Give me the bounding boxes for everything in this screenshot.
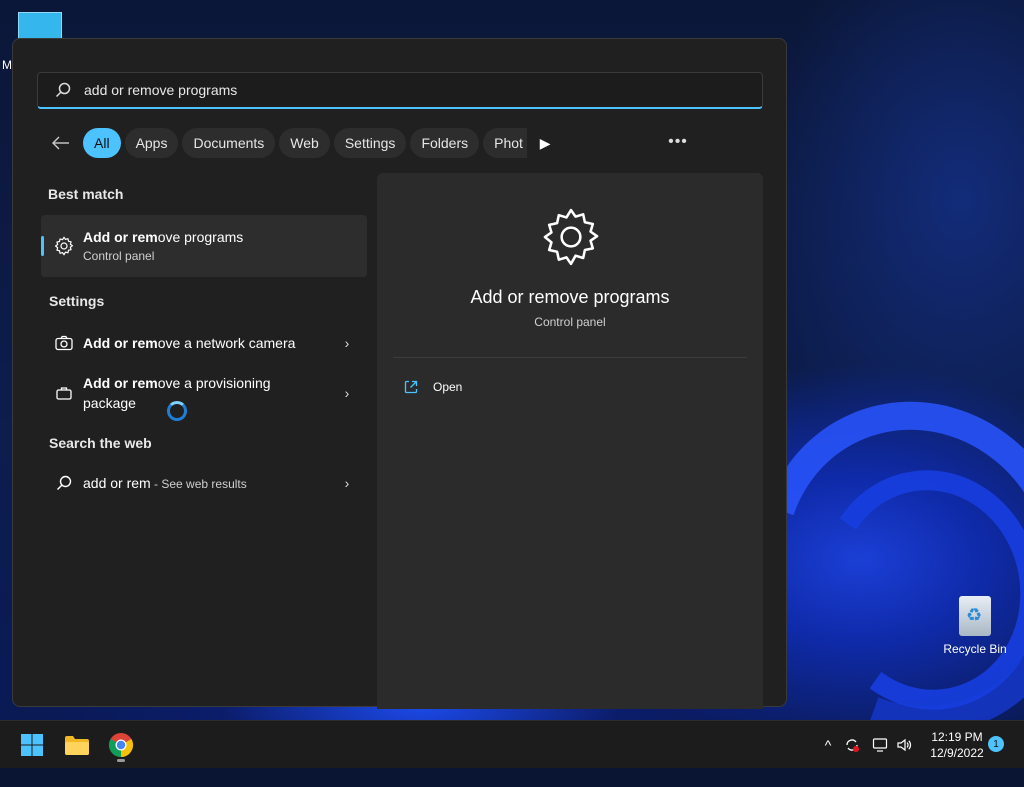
result-preview-pane: Add or remove programs Control panel Ope… (377, 173, 763, 709)
recycle-bin-shortcut[interactable]: ♻ Recycle Bin (940, 596, 1010, 656)
filter-web[interactable]: Web (279, 128, 330, 158)
chrome-taskbar-button[interactable] (101, 727, 141, 763)
more-options-icon[interactable]: ••• (663, 127, 693, 157)
best-match-title-rest: ove programs (157, 229, 244, 245)
best-match-subtitle: Control panel (83, 249, 155, 263)
chevron-right-icon: › (344, 475, 350, 491)
web-search-result[interactable]: add or rem - See web results › (41, 463, 367, 503)
settings-1-title-match: Add or rem (83, 335, 158, 351)
scroll-filters-right-icon[interactable]: ▶ (531, 128, 559, 158)
selection-indicator (41, 236, 44, 256)
best-match-title: Add or remove programs (83, 227, 367, 247)
settings-1-title-rest: ove a network camera (157, 335, 296, 351)
network-icon[interactable] (870, 721, 890, 769)
recycle-bin-label: Recycle Bin (943, 642, 1007, 656)
best-match-result[interactable]: Add or remove programs Control panel (41, 215, 367, 277)
briefcase-icon (53, 382, 75, 404)
start-button[interactable] (12, 727, 52, 763)
taskbar: ^ 12:19 PM 12/9/2022 (0, 720, 1024, 768)
settings-2-title-line2: package (83, 395, 136, 411)
running-indicator (117, 759, 125, 762)
file-explorer-taskbar-button[interactable] (57, 727, 97, 763)
filter-documents[interactable]: Documents (182, 128, 276, 158)
preview-title: Add or remove programs (470, 287, 670, 307)
chevron-right-icon: › (344, 335, 350, 351)
filter-apps[interactable]: Apps (124, 128, 179, 158)
web-query: add or rem (83, 474, 151, 491)
gear-icon (53, 235, 75, 257)
start-search-panel: All Apps Documents Web Settings Folders … (12, 38, 787, 709)
preview-divider (393, 357, 747, 358)
settings-heading: Settings (49, 293, 105, 309)
camera-icon (53, 332, 75, 354)
folder-icon (65, 736, 89, 755)
show-hidden-icons-chevron-up-icon[interactable]: ^ (818, 721, 838, 769)
volume-icon[interactable] (894, 721, 914, 769)
filter-folders[interactable]: Folders (410, 128, 480, 158)
best-match-heading: Best match (48, 186, 124, 202)
search-icon (55, 82, 71, 98)
preview-subtitle: Control panel (534, 315, 606, 329)
clock-time: 12:19 PM (931, 730, 983, 744)
search-input[interactable] (82, 81, 686, 99)
taskbar-clock[interactable]: 12:19 PM 12/9/2022 (918, 729, 996, 761)
search-icon (53, 472, 75, 494)
windows-logo-icon (21, 734, 43, 756)
open-action-label: Open (433, 380, 463, 394)
settings-2-title-match: Add or rem (83, 375, 158, 391)
chrome-icon (108, 733, 134, 757)
notification-badge[interactable]: 1 (988, 736, 1004, 752)
best-match-title-match: Add or rem (83, 229, 158, 245)
filter-all[interactable]: All (83, 128, 121, 158)
open-external-icon (404, 380, 418, 394)
desktop-icon-label-partial: M (2, 58, 12, 72)
sync-status-icon[interactable] (842, 721, 862, 769)
search-box[interactable] (37, 72, 763, 109)
filter-settings[interactable]: Settings (333, 128, 407, 158)
recycle-bin-icon: ♻ (959, 596, 991, 636)
settings-2-title-rest: ove a provisioning (157, 375, 271, 391)
back-button[interactable] (43, 127, 79, 159)
chevron-right-icon: › (344, 385, 350, 401)
back-arrow-icon (52, 136, 69, 150)
gear-icon (543, 208, 599, 266)
settings-result-network-camera[interactable]: Add or remove a network camera › (41, 323, 367, 363)
search-web-heading: Search the web (49, 435, 152, 451)
open-action-button[interactable]: Open (403, 379, 462, 395)
filter-photos[interactable]: Phot (483, 128, 528, 158)
settings-result-provisioning-package[interactable]: Add or remove a provisioning package › (41, 371, 367, 415)
clock-date: 12/9/2022 (930, 746, 984, 760)
busy-cursor-icon (167, 401, 187, 421)
web-suffix: - See web results (150, 476, 247, 491)
search-filter-bar: All Apps Documents Web Settings Folders … (43, 127, 763, 159)
